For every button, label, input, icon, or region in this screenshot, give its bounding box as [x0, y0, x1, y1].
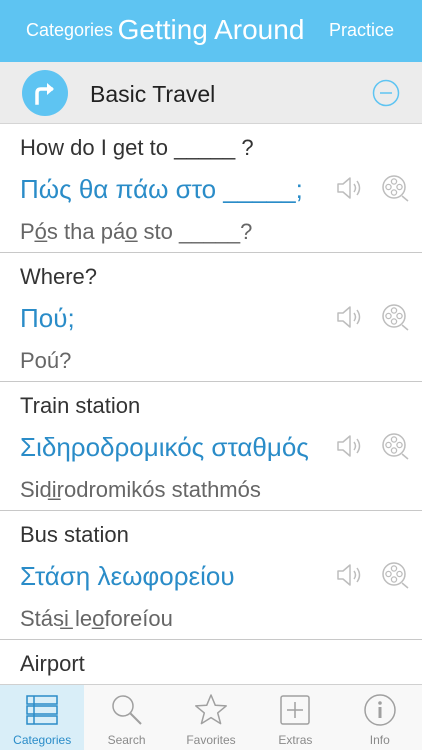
phrase-row[interactable]: Train station Σιδηροδρομικός σταθμός Sid… [0, 382, 422, 511]
phrase-row[interactable]: How do I get to _____ ? Πώς θα πάω στο _… [0, 124, 422, 253]
navigation-bar: Categories Getting Around Practice [0, 0, 422, 62]
star-icon [195, 694, 227, 725]
search-icon [111, 695, 142, 725]
tab-search[interactable]: Search [84, 685, 168, 750]
turn-right-arrow-icon [22, 70, 68, 116]
speaker-icon[interactable] [335, 432, 365, 460]
tab-label: Categories [13, 733, 72, 747]
speaker-icon[interactable] [335, 303, 365, 331]
phrase-english: Airport [20, 651, 85, 676]
tab-favorites[interactable]: Favorites [169, 685, 253, 750]
phrase-greek: Πώς θα πάω στο _____; [20, 174, 303, 204]
tab-categories[interactable]: Categories [0, 685, 85, 750]
phrase-greek: Στάση λεωφορείου [20, 561, 235, 591]
phrase-row[interactable]: Airport [0, 640, 422, 684]
tab-label: Extras [278, 733, 313, 747]
phrase-transliteration: Sidi̲rodromikós stathmós [20, 477, 261, 502]
tab-label: Favorites [186, 733, 236, 747]
phrase-english: Train station [20, 393, 141, 418]
phrase-list[interactable]: How do I get to _____ ? Πώς θα πάω στο _… [0, 124, 422, 684]
tab-label: Info [369, 733, 390, 747]
tab-extras[interactable]: Extras [253, 685, 337, 750]
minus-circle-icon[interactable] [372, 79, 400, 107]
phrase-transliteration: Poú? [20, 348, 72, 373]
film-reel-icon[interactable] [380, 173, 410, 203]
film-reel-icon[interactable] [380, 560, 410, 590]
tab-info[interactable]: Info [338, 685, 422, 750]
film-reel-icon[interactable] [380, 302, 410, 332]
phrase-english: Bus station [20, 522, 129, 547]
phrase-greek: Σιδηροδρομικός σταθμός [20, 432, 309, 462]
section-title: Basic Travel [90, 81, 216, 107]
tab-bar: Categories Search Favorites Extras Info [0, 684, 422, 750]
phrase-english: Where? [20, 264, 98, 289]
list-icon [26, 695, 58, 725]
speaker-icon[interactable] [335, 561, 365, 589]
phrase-row[interactable]: Bus station Στάση λεωφορείου Stási̲ leo̲… [0, 511, 422, 640]
info-icon [364, 694, 396, 726]
section-header[interactable]: Basic Travel [0, 62, 422, 124]
phrase-greek: Πού; [20, 303, 75, 333]
plus-box-icon [280, 695, 311, 725]
phrase-transliteration: Stási̲ leo̲foreíou [20, 606, 173, 631]
practice-button[interactable]: Practice [329, 20, 394, 41]
tab-label: Search [107, 733, 146, 747]
speaker-icon[interactable] [335, 174, 365, 202]
phrase-english: How do I get to _____ ? [20, 135, 254, 160]
phrase-row[interactable]: Where? Πού; Poú? [0, 253, 422, 382]
film-reel-icon[interactable] [380, 431, 410, 461]
phrase-transliteration: Pó̲s tha páo̲ sto _____? [20, 219, 253, 244]
